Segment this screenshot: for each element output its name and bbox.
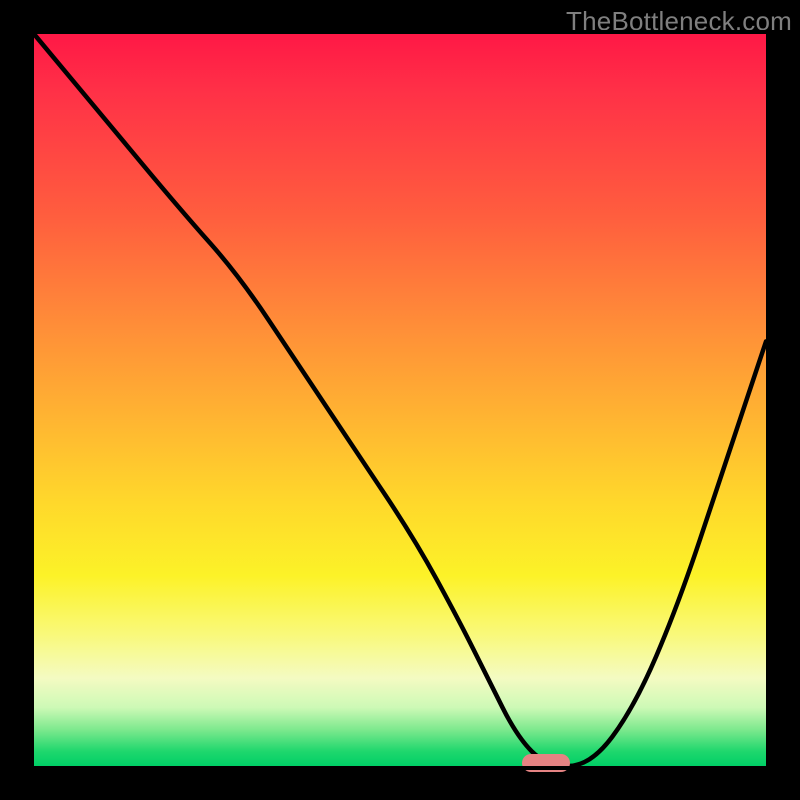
watermark-text: TheBottleneck.com (566, 6, 792, 37)
line-series (34, 34, 766, 766)
minimum-marker (522, 754, 570, 772)
curve-path (34, 34, 766, 766)
chart-container: TheBottleneck.com (0, 0, 800, 800)
plot-area (34, 34, 766, 766)
